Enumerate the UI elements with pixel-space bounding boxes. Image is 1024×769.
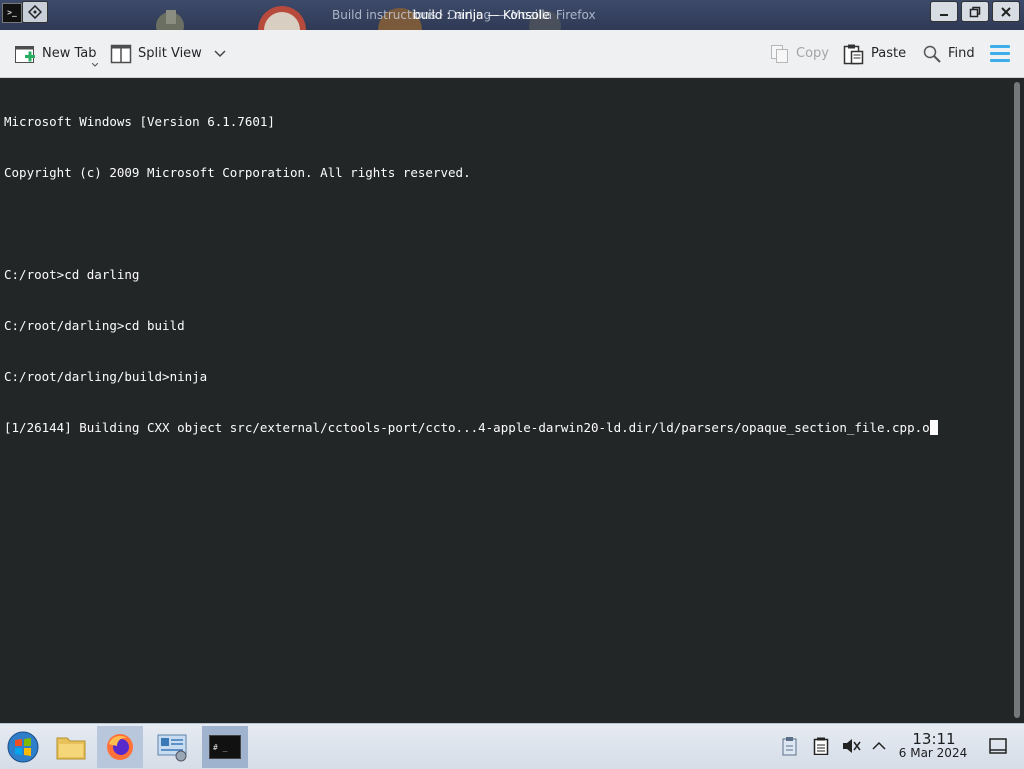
text-cursor xyxy=(929,420,938,435)
chevron-up-icon[interactable] xyxy=(869,736,889,756)
paste-button[interactable]: Paste xyxy=(843,30,906,77)
show-desktop-icon[interactable] xyxy=(988,736,1008,756)
paste-label: Paste xyxy=(871,46,907,61)
notes-tray-icon[interactable] xyxy=(811,736,831,756)
clipboard-tray-icon[interactable] xyxy=(780,736,800,756)
konsole-app-icon[interactable]: >_ xyxy=(2,3,22,23)
copy-button[interactable]: Copy xyxy=(770,30,829,77)
terminal-scrollbar[interactable] xyxy=(1010,78,1024,723)
konsole-icon: # _ xyxy=(209,735,241,759)
close-button[interactable] xyxy=(992,1,1020,22)
firefox-icon xyxy=(107,734,133,760)
new-tab-icon xyxy=(15,45,35,63)
find-label: Find xyxy=(948,46,975,61)
window-title: build : ninja — Konsole xyxy=(413,8,550,22)
scrollbar-thumb[interactable] xyxy=(1014,82,1020,718)
settings-app-icon xyxy=(157,734,187,762)
windows-orb-icon xyxy=(7,731,39,763)
terminal-line: C:/root/darling/build>ninja xyxy=(4,369,208,384)
split-view-icon xyxy=(110,44,132,63)
terminal-line: [1/26144] Building CXX object src/extern… xyxy=(4,420,930,435)
new-tab-label: New Tab xyxy=(42,46,97,61)
chevron-down-icon[interactable] xyxy=(214,49,226,58)
clock-date[interactable]: 6 Mar 2024 xyxy=(890,746,976,760)
terminal-line: C:/root>cd darling xyxy=(4,267,140,282)
terminal-view[interactable]: Microsoft Windows [Version 6.1.7601] Cop… xyxy=(0,78,1010,723)
folder-icon xyxy=(56,737,86,760)
taskbar-file-manager[interactable] xyxy=(48,726,94,768)
start-menu-button[interactable] xyxy=(0,726,46,768)
konsole-toolbar: New Tab Split View Copy Paste Find xyxy=(0,30,1024,78)
find-button[interactable]: Find xyxy=(922,30,975,77)
split-view-button[interactable]: Split View xyxy=(110,30,226,77)
search-icon xyxy=(923,45,941,63)
volume-muted-icon[interactable] xyxy=(841,736,861,756)
dropdown-arrow-icon xyxy=(92,63,98,67)
terminal-output: Microsoft Windows [Version 6.1.7601] Cop… xyxy=(4,79,938,470)
taskbar-konsole[interactable]: # _ xyxy=(202,726,248,768)
copy-label: Copy xyxy=(796,46,829,61)
taskbar: # _ xyxy=(0,723,1024,769)
terminal-line: Copyright (c) 2009 Microsoft Corporation… xyxy=(4,165,471,180)
terminal-line: C:/root/darling>cd build xyxy=(4,318,185,333)
window-menu-icon[interactable] xyxy=(22,1,48,23)
hamburger-menu-icon[interactable] xyxy=(990,45,1010,63)
konsole-icon-text: # _ xyxy=(213,743,228,752)
copy-icon xyxy=(771,44,788,63)
taskbar-firefox[interactable] xyxy=(97,726,143,768)
terminal-line: Microsoft Windows [Version 6.1.7601] xyxy=(4,114,275,129)
new-tab-button[interactable]: New Tab xyxy=(14,30,98,77)
maximize-button[interactable] xyxy=(961,1,989,22)
taskbar-system-settings[interactable] xyxy=(150,726,196,768)
split-view-label: Split View xyxy=(138,46,202,61)
window-titlebar[interactable]: >_ Build instructions · Darling — Mozill… xyxy=(0,0,1024,30)
close-icon xyxy=(1001,6,1011,17)
minimize-button[interactable] xyxy=(930,1,958,22)
restore-icon xyxy=(969,6,981,17)
minimize-icon xyxy=(940,13,948,16)
paste-icon xyxy=(843,44,864,64)
